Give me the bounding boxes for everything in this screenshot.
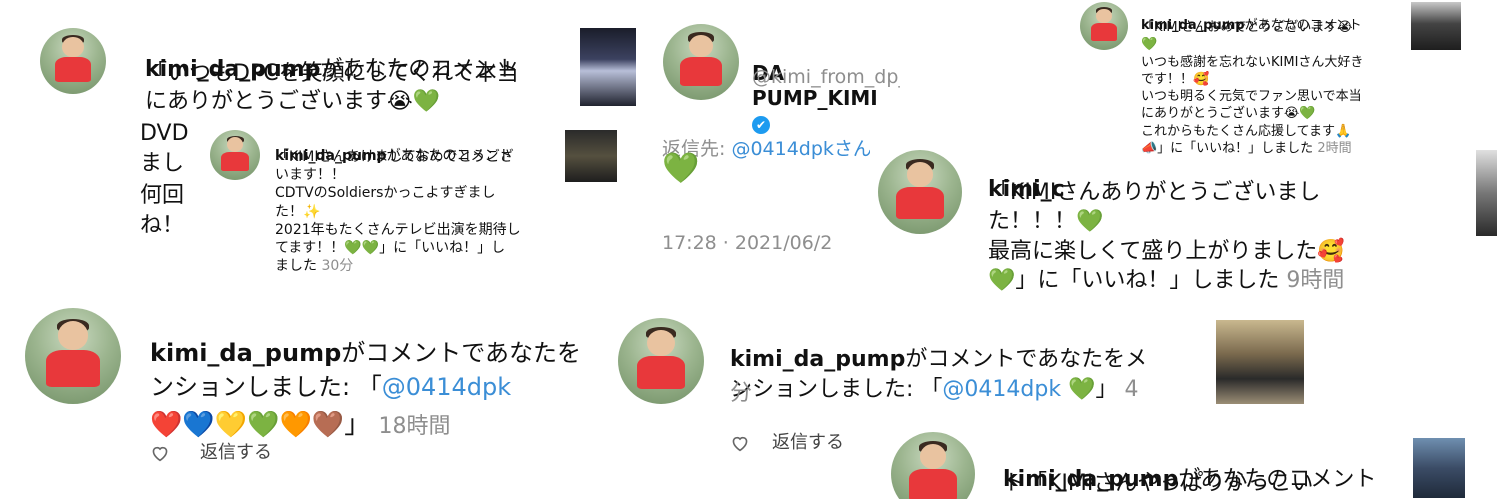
comment-text: 「KIMIさんあけましておめでとうござ います！！ CDTVのSoldiersか… [275,149,521,275]
timestamp[interactable]: 17:28 · 2021/06/2 [662,232,832,256]
hearts-emoji: ❤️💙💛💚🧡🤎 [150,409,345,440]
avatar[interactable] [40,28,106,94]
avatar[interactable] [210,130,260,180]
post-thumbnail[interactable] [1413,438,1465,498]
avatar[interactable] [25,308,121,404]
quote-close: 」 [344,409,371,440]
avatar[interactable] [663,24,739,100]
timestamp: 4 [1124,376,1139,402]
comment-body: 「KIMIさんありがとうございまし た！！！💚 最高に楽しくて盛り上がりました🥰… [988,178,1345,295]
comment-body: 「KIMIさんおめでとうございます😭 💚 いつも感謝を忘れないKIMIさん大好き… [1141,19,1363,157]
reply-button[interactable]: 返信する [200,442,272,463]
comment-line: ❤️💙💛💚🧡🤎」 18時間 [150,376,451,441]
post-thumbnail[interactable] [1216,320,1304,404]
reply-row: 返信する [730,428,844,454]
timestamp: 30分 [321,258,354,275]
notification-card-6: kimi_c 「KIMIさんありがとうございまし た！！！💚 最高に楽しくて盛り… [870,148,1410,308]
notification-card-5: kimi_da_pumpがあなたのコメント 「KIMIさんおめでとうございます😭… [1075,0,1465,170]
comment-line: まし [140,151,185,176]
reply-button[interactable]: 返信する [772,432,844,453]
notification-card-8: kimi_da_pumpがあなたのコメント ト「KIMIさんやっぱりかっこい [885,428,1497,499]
notification-card-2: kimi_da_pumpがあなたのコメント 「KIMIさんあけましておめでとうご… [205,122,625,292]
comment-line: DVD [140,121,189,146]
comment-body: 「KIMIさんあけましておめでとうござ います！！ CDTVのSoldiersか… [275,148,521,275]
handle[interactable]: @kimi_from_dp_kz [752,66,900,90]
comment-line: 何回 [140,183,185,208]
avatar[interactable] [1080,2,1128,50]
reply-to-link[interactable]: @0414dpkさん [731,138,871,160]
reply-row: 返信する [150,438,272,464]
avatar[interactable] [891,432,975,499]
post-thumbnail[interactable] [1411,2,1461,50]
quote-close: 」 [1095,376,1118,402]
timestamp-unit: 分 [730,381,753,406]
comment-line: ね！ [140,213,185,238]
timestamp: 9時間 [1286,267,1345,293]
post-thumbnail-partial[interactable] [1476,150,1497,236]
mention-prefix: ンションしました: 「 [730,376,943,402]
post-thumbnail[interactable] [565,130,617,182]
like-heart-icon[interactable] [730,434,750,452]
comment-line: にありがとうございます😭💚 [145,89,441,114]
timestamp: 18時間 [378,413,451,439]
heart-emoji: 💚 [1068,376,1096,402]
post-thumbnail[interactable] [580,28,636,106]
tweet-card: DA PUMP_KIMI ✔ @kimi_from_dp_kz 返信先: @04… [650,0,900,275]
tweet-body: 💚 [662,151,700,186]
avatar[interactable] [878,150,962,234]
like-heart-icon[interactable] [150,444,170,462]
comment-line: ト「KIMIさんやっぱりかっこい [1003,471,1314,496]
comment-line: 「いつもDPCを笑顔にしてくれて本当 [145,61,519,86]
comment-text: 「KIMIさんおめでとうございます😭 💚 いつも感謝を忘れないKIMIさん大好き… [1141,20,1364,156]
notification-card-3: kimi_da_pumpがコメントであなたを ンションしました: 「@0414d… [0,300,625,499]
mention-line: ンションしました: 「@0414dpk 💚」 4 [730,348,1139,403]
avatar[interactable] [618,318,704,404]
mention-link[interactable]: @0414dpk [942,377,1061,402]
timestamp: 2時間 [1317,140,1352,156]
